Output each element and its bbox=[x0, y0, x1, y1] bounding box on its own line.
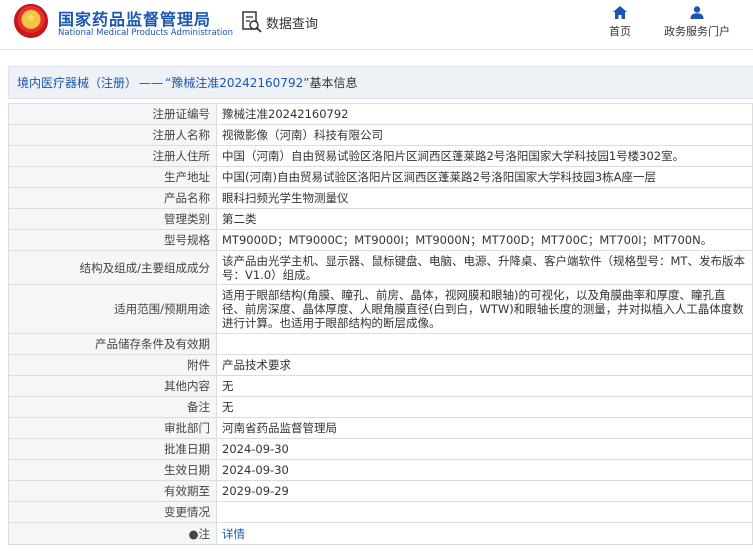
table-row: 批准日期 2024-09-30 bbox=[8, 438, 753, 460]
field-label: 产品名称 bbox=[8, 187, 217, 209]
table-row: ●注 详情 bbox=[8, 522, 753, 545]
field-value bbox=[216, 501, 753, 523]
table-row: 注册人住所 中国（河南）自由贸易试验区洛阳片区涧西区蓬莱路2号洛阳国家大学科技园… bbox=[8, 145, 753, 167]
field-value: 第二类 bbox=[216, 208, 753, 230]
table-row: 型号规格 MT9000D；MT9000C；MT9000I；MT9000N；MT7… bbox=[8, 229, 753, 251]
breadcrumb-registration-number: “豫械注准20242160792” bbox=[165, 76, 310, 90]
nav-service-label: 政务服务门户 bbox=[664, 25, 730, 38]
details-link[interactable]: 详情 bbox=[222, 527, 245, 541]
registration-info-table: 注册证编号 豫械注准20242160792 注册人名称 视微影像（河南）科技有限… bbox=[8, 103, 753, 545]
data-query-link[interactable]: 数据查询 bbox=[242, 9, 318, 35]
data-query-icon bbox=[242, 11, 262, 33]
field-label: 生效日期 bbox=[8, 459, 217, 481]
breadcrumb-suffix: 基本信息 bbox=[309, 76, 358, 90]
field-label: 注册证编号 bbox=[8, 103, 217, 125]
table-row: 结构及组成/主要组成成分 该产品由光学主机、显示器、鼠标键盘、电脑、电源、升降桌… bbox=[8, 250, 753, 285]
field-label: 附件 bbox=[8, 354, 217, 376]
user-icon bbox=[690, 6, 704, 19]
field-value bbox=[216, 333, 753, 355]
field-value: 中国（河南）自由贸易试验区洛阳片区涧西区蓬莱路2号洛阳国家大学科技园1号楼302… bbox=[216, 145, 753, 167]
field-label: 备注 bbox=[8, 396, 217, 418]
table-row: 审批部门 河南省药品监督管理局 bbox=[8, 417, 753, 439]
table-row: 生效日期 2024-09-30 bbox=[8, 459, 753, 481]
field-label: 注册人住所 bbox=[8, 145, 217, 167]
table-row: 产品名称 眼科扫频光学生物测量仪 bbox=[8, 187, 753, 209]
field-label: ●注 bbox=[8, 522, 217, 545]
table-row: 有效期至 2029-09-29 bbox=[8, 480, 753, 502]
breadcrumb-separator: —— bbox=[139, 75, 164, 90]
field-label: 有效期至 bbox=[8, 480, 217, 502]
home-icon bbox=[613, 6, 627, 19]
field-value: 适用于眼部结构(角膜、瞳孔、前房、晶体，视网膜和眼轴)的可视化，以及角膜曲率和厚… bbox=[216, 284, 753, 334]
table-row: 备注 无 bbox=[8, 396, 753, 418]
field-label: 生产地址 bbox=[8, 166, 217, 188]
table-row: 管理类别 第二类 bbox=[8, 208, 753, 230]
field-label: 产品储存条件及有效期 bbox=[8, 333, 217, 355]
field-value: 中国(河南)自由贸易试验区洛阳片区涧西区蓬莱路2号洛阳国家大学科技园3栋A座一层 bbox=[216, 166, 753, 188]
field-value: 河南省药品监督管理局 bbox=[216, 417, 753, 439]
field-value: 视微影像（河南）科技有限公司 bbox=[216, 124, 753, 146]
nav-home[interactable]: 首页 bbox=[602, 6, 638, 39]
field-label: 适用范围/预期用途 bbox=[8, 284, 217, 334]
field-value: 2024-09-30 bbox=[216, 438, 753, 460]
field-label: 审批部门 bbox=[8, 417, 217, 439]
national-emblem-icon: ★ bbox=[14, 4, 48, 38]
field-value: MT9000D；MT9000C；MT9000I；MT9000N；MT700D；M… bbox=[216, 229, 753, 251]
data-query-label: 数据查询 bbox=[266, 16, 319, 32]
field-value: 豫械注准20242160792 bbox=[216, 103, 753, 125]
field-value: 眼科扫频光学生物测量仪 bbox=[216, 187, 753, 209]
table-row: 附件 产品技术要求 bbox=[8, 354, 753, 376]
field-label: 结构及组成/主要组成成分 bbox=[8, 250, 217, 285]
table-row: 产品储存条件及有效期 bbox=[8, 333, 753, 355]
site-title: 国家药品监督管理局 bbox=[58, 10, 212, 29]
table-row: 注册证编号 豫械注准20242160792 bbox=[8, 103, 753, 125]
field-label: 型号规格 bbox=[8, 229, 217, 251]
field-label: 注册人名称 bbox=[8, 124, 217, 146]
nav-home-label: 首页 bbox=[609, 25, 631, 38]
field-label: 管理类别 bbox=[8, 208, 217, 230]
table-row: 生产地址 中国(河南)自由贸易试验区洛阳片区涧西区蓬莱路2号洛阳国家大学科技园3… bbox=[8, 166, 753, 188]
table-row: 适用范围/预期用途 适用于眼部结构(角膜、瞳孔、前房、晶体，视网膜和眼轴)的可视… bbox=[8, 284, 753, 334]
field-value: 该产品由光学主机、显示器、鼠标键盘、电脑、电源、升降桌、客户端软件（规格型号：M… bbox=[216, 250, 753, 285]
site-subtitle: National Medical Products Administration bbox=[58, 28, 233, 38]
nav-service-portal[interactable]: 政务服务门户 bbox=[657, 6, 737, 39]
field-value: 2029-09-29 bbox=[216, 480, 753, 502]
field-value: 无 bbox=[216, 375, 753, 397]
field-label: 变更情况 bbox=[8, 501, 217, 523]
field-label: 批准日期 bbox=[8, 438, 217, 460]
field-value: 2024-09-30 bbox=[216, 459, 753, 481]
site-header: ★ 国家药品监督管理局 National Medical Products Ad… bbox=[0, 0, 753, 50]
table-row: 变更情况 bbox=[8, 501, 753, 523]
table-row: 注册人名称 视微影像（河南）科技有限公司 bbox=[8, 124, 753, 146]
field-value: 详情 bbox=[216, 522, 753, 545]
field-label: 其他内容 bbox=[8, 375, 217, 397]
field-value: 无 bbox=[216, 396, 753, 418]
table-row: 其他内容 无 bbox=[8, 375, 753, 397]
breadcrumb: 境内医疗器械（注册） —— “豫械注准20242160792” 基本信息 bbox=[8, 66, 753, 99]
breadcrumb-category-link[interactable]: 境内医疗器械（注册） bbox=[17, 74, 137, 91]
field-value: 产品技术要求 bbox=[216, 354, 753, 376]
